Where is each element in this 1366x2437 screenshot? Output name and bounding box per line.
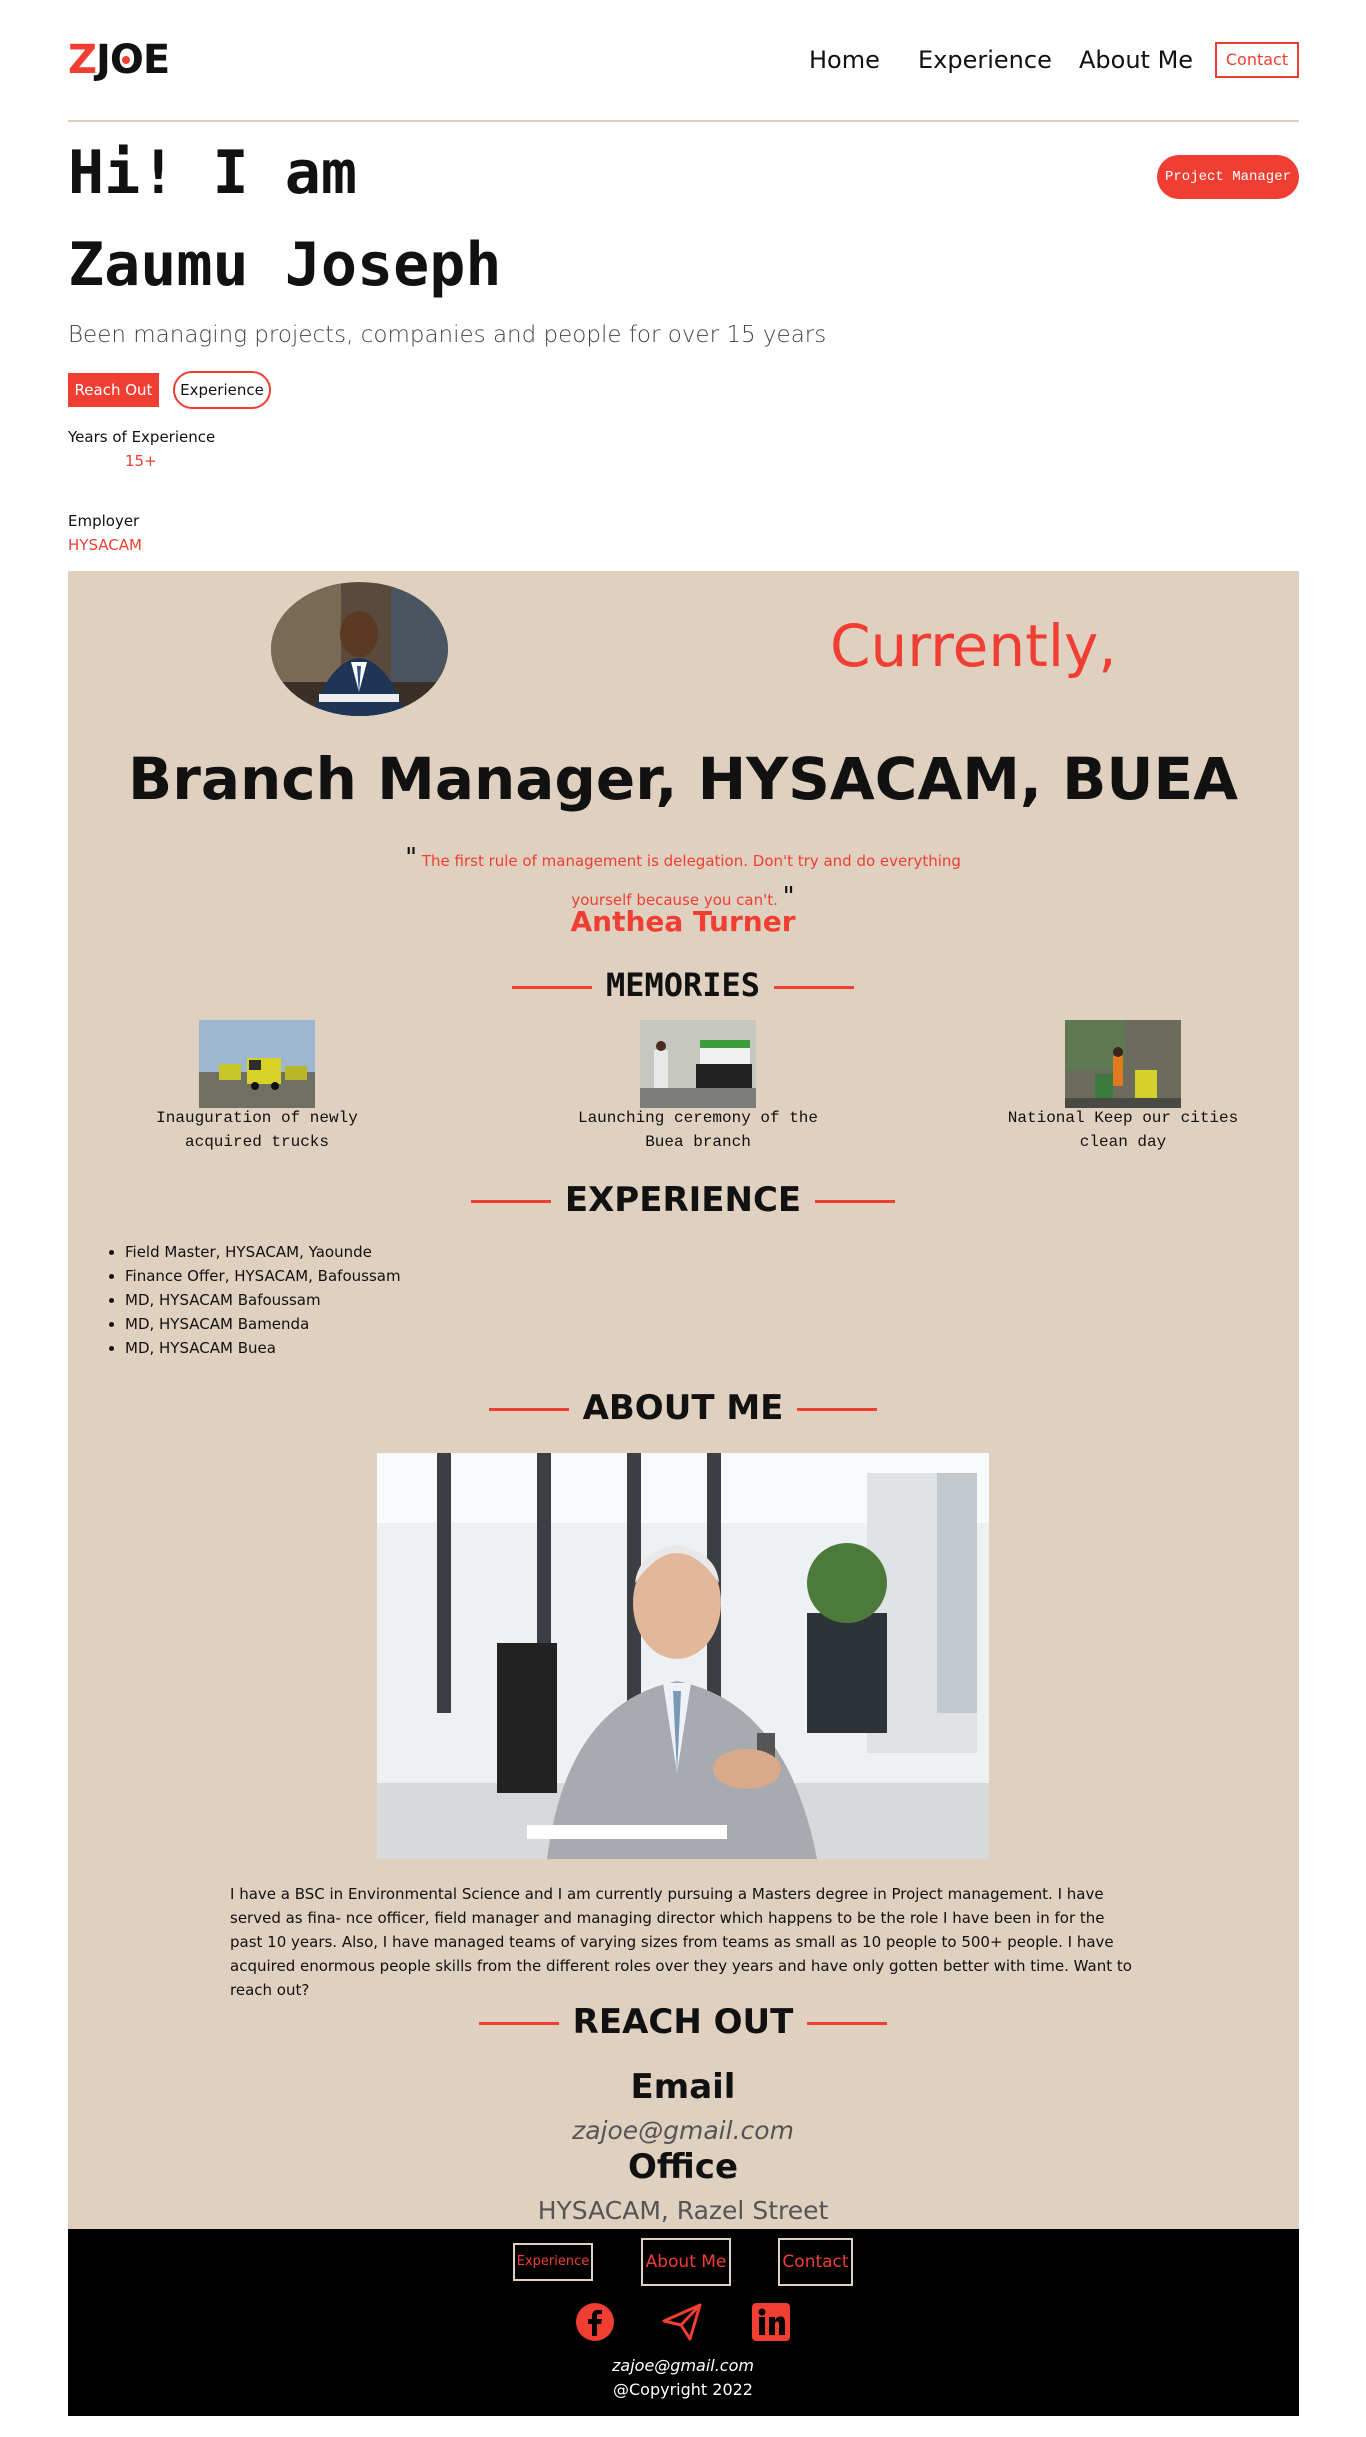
memory-caption-trucks: Inauguration of newly acquired trucks (156, 1109, 358, 1151)
memory-image-clean-day (1065, 1020, 1181, 1108)
heading-line-left (488, 1408, 569, 1411)
experience-item: Finance Offer, HYSACAM, Bafoussam (125, 1264, 401, 1288)
footer-email: zajoe@gmail.com (612, 2356, 754, 2375)
heading-line-left (511, 985, 592, 989)
telegram-icon[interactable] (661, 2302, 703, 2342)
memory-caption-launch: Launching ceremony of the Buea branch (577, 1109, 819, 1151)
memory-image-trucks (199, 1020, 315, 1108)
currently-heading: Currently, (830, 612, 1117, 680)
footer-about-link[interactable]: About Me (641, 2238, 731, 2286)
quote-open-mark: " (405, 843, 418, 873)
heading-line-left (478, 2022, 559, 2025)
heading-line-left (470, 1200, 551, 1203)
nav-contact-button[interactable]: Contact (1215, 42, 1299, 78)
about-text: I have a BSC in Environmental Science an… (230, 1885, 1132, 1999)
experience-item: MD, HYSACAM Bafoussam (125, 1288, 401, 1312)
current-position: Branch Manager, HYSACAM, BUEA (128, 745, 1238, 813)
hero-greeting: Hi! I am (68, 138, 357, 208)
logo-letter-z: Z (68, 37, 97, 83)
nav-about-me[interactable]: About Me (1079, 42, 1193, 78)
hero-subtitle: Been managing projects, companies and pe… (68, 322, 827, 348)
email-link[interactable]: zajoe@gmail.com (0, 2116, 1366, 2145)
employer-value: HYSACAM (68, 536, 142, 554)
memory-image-launch (640, 1020, 756, 1108)
facebook-icon[interactable] (575, 2302, 615, 2342)
memories-heading: MEMORIES (0, 966, 1366, 1004)
nav-home[interactable]: Home (809, 42, 880, 78)
years-label: Years of Experience (68, 428, 216, 446)
experience-button[interactable]: Experience (173, 371, 271, 409)
quote-author: Anthea Turner (570, 905, 796, 938)
heading-line-right (797, 1408, 878, 1411)
about-photo (377, 1453, 989, 1859)
logo-letter-e: E (142, 37, 170, 83)
header-divider (68, 120, 1299, 122)
heading-line-right (815, 1200, 896, 1203)
footer-contact-link[interactable]: Contact (778, 2238, 853, 2286)
heading-line-right (807, 2022, 888, 2025)
logo[interactable]: ZJOE (68, 34, 170, 86)
email-label: Email (630, 2067, 736, 2107)
experience-list: Field Master, HYSACAM, Yaounde Finance O… (95, 1240, 401, 1360)
experience-item: MD, HYSACAM Buea (125, 1336, 401, 1360)
experience-heading: EXPERIENCE (0, 1180, 1366, 1220)
hero-name: Zaumu Joseph (68, 230, 502, 300)
experience-item: MD, HYSACAM Bamenda (125, 1312, 401, 1336)
heading-line-right (774, 985, 855, 989)
role-badge: Project Manager (1157, 155, 1299, 199)
office-label: Office (627, 2147, 739, 2187)
profile-photo (271, 582, 448, 716)
reach-out-heading: REACH OUT (0, 2002, 1366, 2042)
footer-copyright: @Copyright 2022 (613, 2380, 753, 2399)
office-value: HYSACAM, Razel Street (537, 2196, 829, 2225)
linkedin-icon[interactable] (751, 2302, 791, 2342)
years-value: 15+ (125, 452, 157, 470)
experience-item: Field Master, HYSACAM, Yaounde (125, 1240, 401, 1264)
logo-letter-j: J (96, 37, 111, 83)
nav-experience[interactable]: Experience (918, 42, 1052, 78)
employer-label: Employer (68, 512, 140, 530)
reach-out-button[interactable]: Reach Out (68, 373, 159, 407)
quote-text: The first rule of management is delegati… (421, 852, 961, 909)
footer-experience-link[interactable]: Experience (513, 2243, 593, 2281)
memory-caption-clean-day: National Keep our cities clean day (1007, 1109, 1239, 1151)
logo-letter-o: O (110, 34, 144, 86)
about-heading: ABOUT ME (0, 1388, 1366, 1428)
